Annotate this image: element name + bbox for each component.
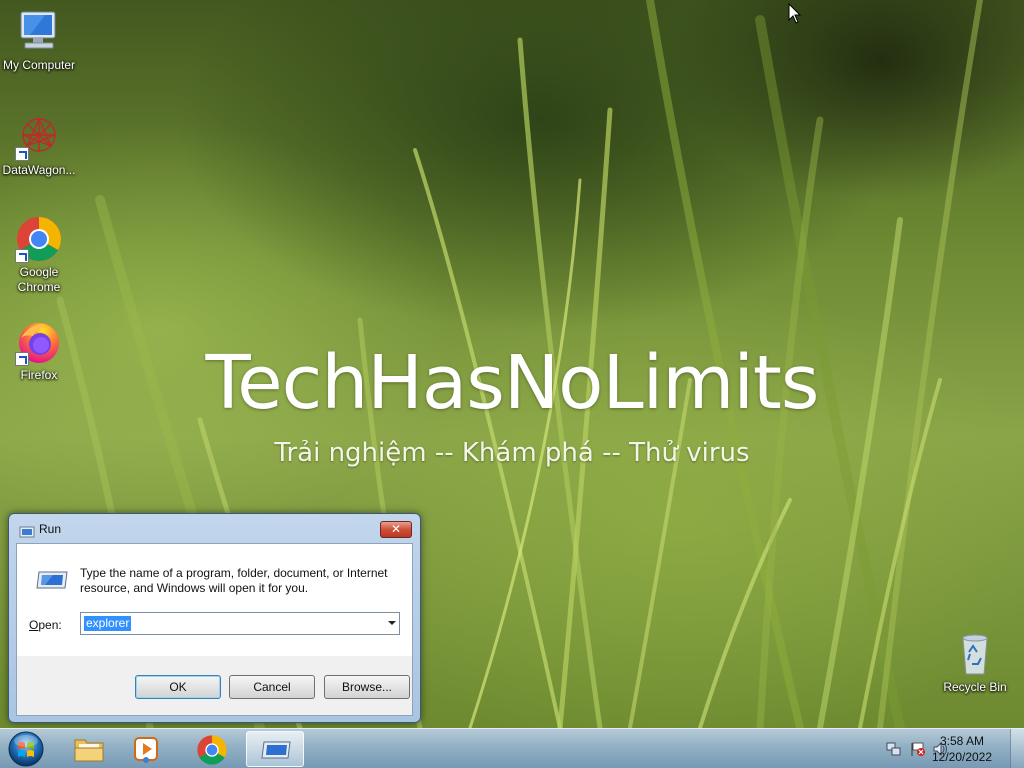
taskbar-chrome-button[interactable] [183,731,241,767]
chevron-down-icon[interactable] [388,621,396,625]
mouse-cursor-icon [788,3,802,24]
clock-date[interactable]: 12/20/2022 [922,750,1002,764]
desktop-icon-label: My Computer [2,58,76,72]
wallpaper-subtitle: Trải nghiệm -- Khám phá -- Thử virus [274,438,750,468]
taskbar-media-player-button[interactable] [119,731,177,767]
run-program-icon [35,570,69,594]
run-title: Run [39,522,62,536]
run-client-area: Type the name of a program, folder, docu… [16,543,413,716]
desktop-icon-firefox[interactable]: Firefox [0,318,79,383]
chrome-icon [196,734,228,768]
open-combobox[interactable]: explorer [80,612,400,635]
network-icon[interactable] [886,741,902,757]
run-dialog[interactable]: Run ✕ Type the name of a program, folder… [8,513,421,723]
windows-orb-icon [8,731,44,767]
recycle-bin-icon [951,630,999,678]
run-description: Type the name of a program, folder, docu… [80,566,388,595]
firefox-icon [15,318,63,366]
computer-icon [15,8,63,56]
ok-button[interactable]: OK [135,675,221,699]
shortcut-arrow-icon [15,147,29,161]
chrome-icon [15,215,63,263]
open-input-value[interactable]: explorer [84,616,132,631]
datawagon-icon [15,113,63,161]
run-titlebar[interactable]: Run ✕ [9,514,420,544]
desktop-icon-google-chrome[interactable]: Google Chrome [0,215,79,295]
folder-icon [73,734,105,768]
taskbar: 3:58 AM 12/20/2022 [0,728,1024,768]
shortcut-arrow-icon [15,249,29,263]
close-button[interactable]: ✕ [380,521,412,538]
start-button[interactable] [6,730,46,768]
run-icon [260,740,292,764]
show-desktop-button[interactable] [1010,729,1024,768]
close-icon: ✕ [390,522,402,536]
desktop-icon-label: Recycle Bin [943,680,1007,694]
open-label: Open: [29,618,62,632]
run-icon [19,523,35,542]
taskbar-explorer-button[interactable] [60,731,118,767]
taskbar-run-button[interactable] [246,731,304,767]
desktop-icon-label: Google Chrome [17,265,61,294]
desktop-icon-label: Firefox [20,368,58,382]
run-content-panel: Type the name of a program, folder, docu… [17,544,412,656]
desktop-icon-recycle-bin[interactable]: Recycle Bin [935,630,1015,695]
notification-area: 3:58 AM 12/20/2022 [856,729,1024,768]
desktop-icon-label: DataWagon... [2,163,76,177]
clock-time[interactable]: 3:58 AM [922,734,1002,748]
desktop-icon-datawagon[interactable]: DataWagon... [0,113,79,178]
shortcut-arrow-icon [15,352,29,366]
desktop-icon-my-computer[interactable]: My Computer [0,8,79,73]
media-player-icon [132,734,162,768]
wallpaper-title: TechHasNoLimits [205,340,820,426]
cancel-button[interactable]: Cancel [229,675,315,699]
browse-button[interactable]: Browse... [324,675,410,699]
